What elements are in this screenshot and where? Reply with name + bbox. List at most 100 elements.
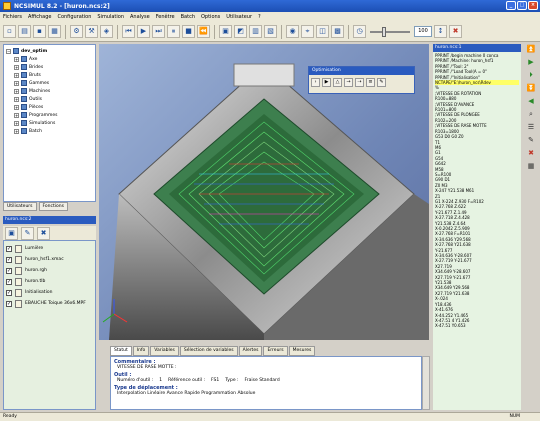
pause-icon[interactable]: ⏸ bbox=[167, 25, 180, 38]
opt-sort-icon[interactable]: ≡ bbox=[366, 78, 375, 87]
list-icon[interactable]: ☰ bbox=[526, 122, 536, 132]
first-line-icon[interactable]: ⏫ bbox=[526, 44, 536, 54]
view-front-icon[interactable]: ▣ bbox=[219, 25, 232, 38]
tab-statut[interactable]: Statut bbox=[110, 346, 132, 356]
tree-item-programmes[interactable]: + Programmes bbox=[6, 111, 93, 119]
opt-play-icon[interactable]: ▶ bbox=[322, 78, 331, 87]
zoom-field[interactable]: 100 bbox=[414, 26, 432, 37]
nc-code-panel[interactable]: PPRINT /begin machine 0 conca PPRINT /Mac… bbox=[433, 52, 521, 410]
menu-fenetre[interactable]: Fenêtre bbox=[156, 14, 175, 20]
tab-mesures[interactable]: Mesures bbox=[288, 346, 316, 356]
checkbox[interactable]: ✓ bbox=[6, 256, 12, 263]
clock-icon[interactable]: ◷ bbox=[353, 25, 366, 38]
menu-analyse[interactable]: Analyse bbox=[130, 14, 150, 20]
tree-item-batch[interactable]: + Batch bbox=[6, 127, 93, 135]
cube-icon[interactable]: ▩ bbox=[331, 25, 344, 38]
status-panel: Commentaire : VITESSE DE RASE MOTTE : Ou… bbox=[110, 356, 422, 410]
rewind-icon[interactable]: ⏪ bbox=[197, 25, 210, 38]
checkbox[interactable]: ✓ bbox=[6, 245, 12, 252]
status-scrollbar[interactable] bbox=[422, 356, 430, 410]
menu-fichiers[interactable]: Fichiers bbox=[3, 14, 22, 20]
play-start-icon[interactable]: ⏮ bbox=[122, 25, 135, 38]
machine-icon[interactable]: ⚙ bbox=[70, 25, 83, 38]
open-folder-icon[interactable]: ▤ bbox=[18, 25, 31, 38]
new-file-icon[interactable]: ▫ bbox=[3, 25, 16, 38]
delete-icon[interactable]: ✖ bbox=[526, 148, 536, 158]
tab-utilisateurs[interactable]: Utilisateurs bbox=[3, 202, 37, 211]
view-side-icon[interactable]: ▧ bbox=[264, 25, 277, 38]
menu-batch[interactable]: Batch bbox=[181, 14, 195, 20]
tool-red-icon[interactable]: ✖ bbox=[449, 25, 462, 38]
menu-utilisateur[interactable]: Utilisateur bbox=[226, 14, 252, 20]
tab-alertes[interactable]: Alertes bbox=[238, 346, 263, 356]
tool-icon[interactable]: ⚒ bbox=[85, 25, 98, 38]
view-top-icon[interactable]: ▥ bbox=[249, 25, 262, 38]
measure-icon[interactable]: ⌖ bbox=[301, 25, 314, 38]
section-icon[interactable]: ◫ bbox=[316, 25, 329, 38]
tab-info[interactable]: Info bbox=[132, 346, 150, 356]
session-title: huron.ncs:2 bbox=[3, 216, 96, 224]
menu-configuration[interactable]: Configuration bbox=[57, 14, 91, 20]
stop-icon[interactable]: ■ bbox=[182, 25, 195, 38]
list-item[interactable]: ✓ Lumière bbox=[6, 243, 93, 254]
tab-variables[interactable]: Variables bbox=[150, 346, 179, 356]
step-forward-icon[interactable]: ⏭ bbox=[152, 25, 165, 38]
list-item[interactable]: ✓ Initialisation bbox=[6, 287, 93, 298]
step-green-icon[interactable]: ⏵ bbox=[526, 70, 536, 80]
close-button[interactable]: × bbox=[528, 1, 538, 10]
play-green-icon[interactable]: ▶ bbox=[526, 57, 536, 67]
menu-simulation[interactable]: Simulation bbox=[97, 14, 124, 20]
tree-item-outils[interactable]: + Outils bbox=[6, 95, 93, 103]
checkbox[interactable]: ✓ bbox=[6, 267, 12, 274]
tree-item-machines[interactable]: + Machines bbox=[6, 87, 93, 95]
menu-options[interactable]: Options bbox=[201, 14, 220, 20]
back-green-icon[interactable]: ◀ bbox=[526, 96, 536, 106]
save-icon[interactable]: ▪ bbox=[33, 25, 46, 38]
view-iso-icon[interactable]: ◩ bbox=[234, 25, 247, 38]
tree-item-brides[interactable]: + Brides bbox=[6, 63, 93, 71]
tab-erreurs[interactable]: Erreurs bbox=[263, 346, 288, 356]
numero-label: Numéro d'outil : bbox=[117, 378, 154, 383]
opt-forward-icon[interactable]: ⇢ bbox=[355, 78, 364, 87]
tab-fonctions[interactable]: Fonctions bbox=[38, 202, 68, 211]
maximize-button[interactable]: □ bbox=[517, 1, 527, 10]
opt-warning-icon[interactable]: △ bbox=[333, 78, 342, 87]
edit-icon[interactable]: ✎ bbox=[526, 135, 536, 145]
tree-root[interactable]: − dev_optim bbox=[6, 47, 93, 55]
speed-slider[interactable] bbox=[370, 26, 410, 37]
tab-selection-variables[interactable]: Sélection de variables bbox=[179, 346, 238, 356]
list-item[interactable]: ✓ EBAUCHE Toique 36x6.MPF bbox=[6, 298, 93, 309]
tree-item-gammes[interactable]: + Gammes bbox=[6, 79, 93, 87]
nc-line[interactable]: X-47.51 Y0.653 bbox=[435, 323, 519, 328]
list-item[interactable]: ✓ huron_hsf1.xmac bbox=[6, 254, 93, 265]
spin-icon[interactable]: ↕ bbox=[434, 25, 447, 38]
play-icon[interactable]: ▶ bbox=[137, 25, 150, 38]
optimisation-window: Optimisation › ▶ △ → ⇢ ≡ ✎ bbox=[308, 66, 415, 94]
tree-item-axe[interactable]: + Axe bbox=[6, 55, 93, 63]
camera-icon[interactable]: ◉ bbox=[286, 25, 299, 38]
tree-item-pieces[interactable]: + Pièces bbox=[6, 103, 93, 111]
menu-help[interactable]: ? bbox=[258, 14, 261, 20]
list-item[interactable]: ✓ huron.tlb bbox=[6, 276, 93, 287]
session-view-icon[interactable]: ▣ bbox=[5, 226, 18, 240]
session-delete-icon[interactable]: ✖ bbox=[37, 226, 50, 240]
part-icon[interactable]: ◈ bbox=[100, 25, 113, 38]
minimize-button[interactable]: _ bbox=[506, 1, 516, 10]
print-icon[interactable]: ▦ bbox=[526, 161, 536, 171]
search-icon[interactable]: ⌕ bbox=[526, 109, 536, 119]
session-edit-icon[interactable]: ✎ bbox=[21, 226, 34, 240]
tree-item-bruts[interactable]: + Bruts bbox=[6, 71, 93, 79]
list-item[interactable]: ✓ huron.rgh bbox=[6, 265, 93, 276]
opt-run-icon[interactable]: › bbox=[311, 78, 320, 87]
nc-panel-title: huron.ncs:1 bbox=[433, 44, 521, 52]
menu-affichage[interactable]: Affichage bbox=[28, 14, 52, 20]
checkbox[interactable]: ✓ bbox=[6, 300, 12, 307]
checkbox[interactable]: ✓ bbox=[6, 278, 12, 285]
opt-next-icon[interactable]: → bbox=[344, 78, 353, 87]
tree-item-simulations[interactable]: + Simulations bbox=[6, 119, 93, 127]
checkbox[interactable]: ✓ bbox=[6, 289, 12, 296]
type-value: Fraise Standard bbox=[244, 378, 280, 383]
opt-tool-icon[interactable]: ✎ bbox=[377, 78, 386, 87]
print-icon[interactable]: ▦ bbox=[48, 25, 61, 38]
last-line-icon[interactable]: ⏬ bbox=[526, 83, 536, 93]
